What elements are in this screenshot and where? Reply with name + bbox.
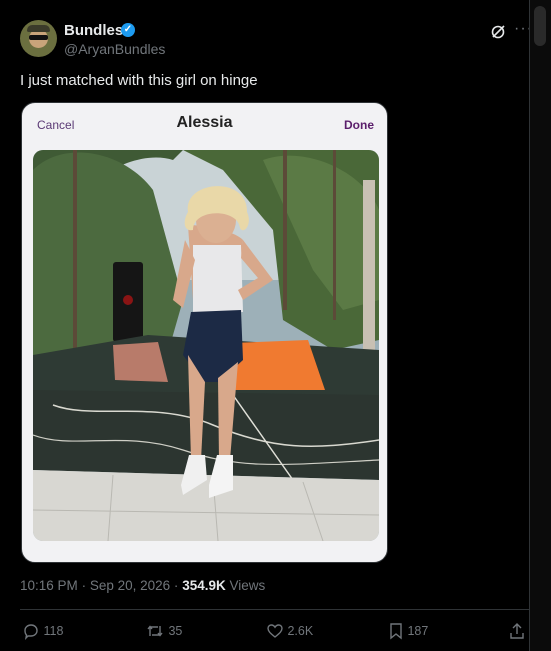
- reply-button[interactable]: 118: [22, 622, 64, 641]
- card-title: Alessia: [176, 114, 233, 131]
- time[interactable]: 10:16 PM: [20, 578, 78, 593]
- share-icon: [510, 623, 524, 639]
- profile-photo[interactable]: [33, 150, 379, 541]
- views-count: 354.9K: [182, 578, 226, 593]
- tweet-text: I just matched with this girl on hinge: [20, 72, 258, 89]
- repost-icon: [147, 625, 163, 637]
- like-icon: [267, 624, 283, 638]
- timestamp: 10:16 PM · Sep 20, 2026 · 354.9K Views: [20, 578, 266, 593]
- tweet-header: Bundles ✓ @AryanBundles ···: [20, 20, 532, 60]
- tweet: Bundles ✓ @AryanBundles ··· I just match…: [0, 0, 532, 651]
- verified-badge-icon: ✓: [121, 23, 135, 37]
- reply-count: 118: [43, 624, 64, 638]
- date[interactable]: Sep 20, 2026: [90, 578, 170, 593]
- action-bar: 118 35 2.6K 187: [22, 622, 530, 644]
- share-button[interactable]: [508, 622, 526, 640]
- author-handle[interactable]: @AryanBundles: [64, 41, 165, 57]
- grok-icon[interactable]: [490, 24, 506, 40]
- bookmark-button[interactable]: 187: [388, 622, 428, 640]
- scrollbar-thumb[interactable]: [534, 6, 546, 46]
- repost-button[interactable]: 35: [145, 622, 182, 640]
- repost-count: 35: [168, 624, 183, 638]
- views-label: Views: [229, 578, 266, 593]
- bookmark-icon: [390, 623, 402, 640]
- author-name[interactable]: Bundles: [64, 22, 123, 39]
- like-count: 2.6K: [287, 624, 314, 638]
- avatar[interactable]: [20, 20, 57, 57]
- hinge-card[interactable]: Cancel Alessia Done: [21, 102, 388, 563]
- scrollbar[interactable]: [529, 0, 551, 651]
- bookmark-count: 187: [407, 624, 429, 638]
- done-button[interactable]: Done: [344, 118, 374, 132]
- like-button[interactable]: 2.6K: [266, 622, 313, 640]
- reply-icon: [24, 624, 38, 641]
- divider: [20, 609, 530, 610]
- photo-illustration: [33, 150, 379, 541]
